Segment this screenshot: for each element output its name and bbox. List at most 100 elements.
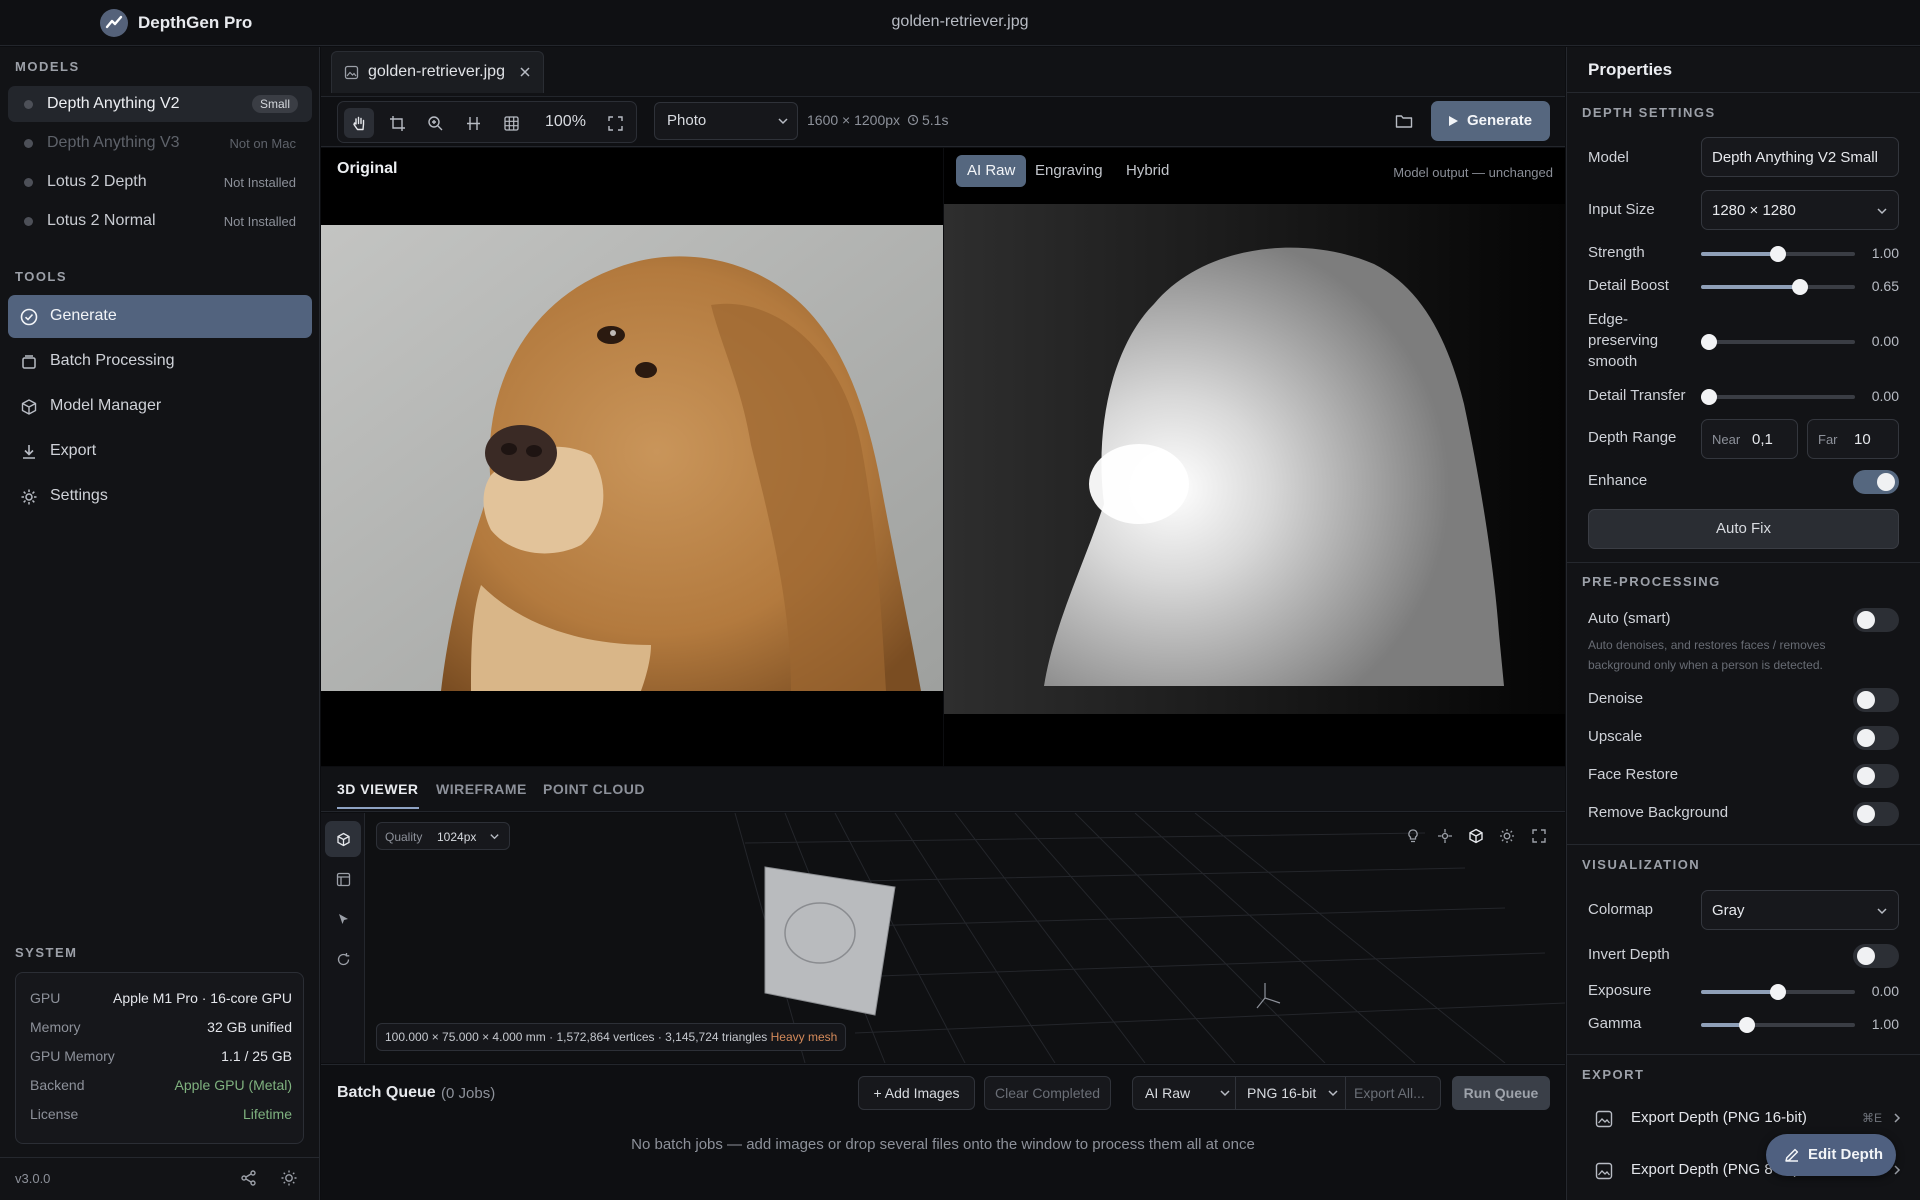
- sun-icon[interactable]: [1499, 828, 1515, 844]
- slider-knob[interactable]: [1700, 334, 1717, 350]
- tool-generate[interactable]: Generate: [8, 295, 312, 338]
- auto-fix-button[interactable]: Auto Fix: [1588, 509, 1899, 549]
- slider-knob[interactable]: [1791, 279, 1808, 295]
- viewer-tab-bar: 3D VIEWER WIREFRAME POINT CLOUD: [321, 767, 1565, 812]
- quality-select[interactable]: Quality 1024px: [376, 822, 510, 850]
- far-value: 10: [1854, 431, 1871, 448]
- slider-fill: [1701, 285, 1800, 289]
- mode-ai-raw[interactable]: AI Raw: [956, 155, 1027, 187]
- mode-hybrid[interactable]: Hybrid: [1115, 155, 1180, 187]
- fit-screen-button[interactable]: [600, 108, 630, 138]
- tab-point-cloud[interactable]: POINT CLOUD: [543, 781, 645, 797]
- auto-smart-toggle[interactable]: [1853, 608, 1899, 632]
- face-restore-toggle[interactable]: [1853, 764, 1899, 788]
- clear-completed-button[interactable]: Clear Completed: [984, 1076, 1111, 1110]
- file-tab[interactable]: golden-retriever.jpg: [331, 51, 544, 93]
- tool-model-manager[interactable]: Model Manager: [8, 385, 312, 428]
- 3d-viewer[interactable]: Quality 1024px 100.000 × 75.000 × 4.000 …: [321, 813, 1565, 1063]
- preset-select[interactable]: Photo: [654, 102, 798, 140]
- system-section-label: SYSTEM: [15, 945, 78, 960]
- layout-button[interactable]: [325, 861, 361, 897]
- detail-boost-slider[interactable]: [1701, 279, 1855, 295]
- depth-range-label: Depth Range: [1588, 429, 1677, 446]
- near-input[interactable]: Near 0,1: [1701, 419, 1798, 459]
- gamma-label: Gamma: [1588, 1015, 1642, 1032]
- generate-button[interactable]: Generate: [1431, 101, 1550, 141]
- strength-slider[interactable]: [1701, 246, 1855, 262]
- model-item-lotus-2-depth[interactable]: Lotus 2 Depth Not Installed: [8, 164, 312, 200]
- compare-tool-button[interactable]: [458, 108, 488, 138]
- upscale-toggle[interactable]: [1853, 726, 1899, 750]
- tool-batch-processing[interactable]: Batch Processing: [8, 340, 312, 383]
- batch-mode-select[interactable]: AI Raw: [1145, 1077, 1190, 1109]
- run-queue-button[interactable]: Run Queue: [1452, 1076, 1550, 1110]
- batch-icon: [20, 353, 38, 371]
- gear-icon: [20, 488, 38, 506]
- colormap-select[interactable]: Gray: [1701, 890, 1899, 930]
- remove-background-toggle[interactable]: [1853, 802, 1899, 826]
- lightbulb-icon[interactable]: [1405, 828, 1421, 844]
- crop-tool-button[interactable]: [382, 108, 412, 138]
- denoise-toggle[interactable]: [1853, 688, 1899, 712]
- divider: [1345, 1077, 1346, 1109]
- preprocessing-label: PRE-PROCESSING: [1582, 574, 1721, 589]
- mode-engraving[interactable]: Engraving: [1024, 155, 1114, 187]
- box-view-icon[interactable]: [1468, 828, 1484, 844]
- chevron-down-icon: [777, 115, 789, 127]
- detail-transfer-value: 0.00: [1871, 388, 1899, 404]
- slider-knob[interactable]: [1770, 246, 1786, 262]
- detail-transfer-slider[interactable]: [1700, 389, 1855, 405]
- grid-tool-button[interactable]: [496, 108, 526, 138]
- slider-knob[interactable]: [1700, 389, 1717, 405]
- original-photo: [321, 225, 943, 691]
- input-size-select[interactable]: 1280 × 1280: [1701, 190, 1899, 230]
- invert-depth-toggle[interactable]: [1853, 944, 1899, 968]
- batch-format-select[interactable]: PNG 16-bit: [1247, 1077, 1316, 1109]
- model-item-depth-anything-v2[interactable]: Depth Anything V2 Small: [8, 86, 312, 122]
- original-image-pane[interactable]: Original: [321, 148, 943, 766]
- edit-depth-button[interactable]: Edit Depth: [1766, 1134, 1896, 1176]
- fullscreen-icon[interactable]: [1531, 828, 1547, 844]
- folder-icon[interactable]: [1395, 113, 1413, 129]
- heavy-mesh-warning: Heavy mesh: [770, 1030, 838, 1044]
- model-select[interactable]: Depth Anything V2 Small: [1701, 137, 1899, 177]
- pan-tool-button[interactable]: [344, 108, 374, 138]
- edge-smooth-slider[interactable]: [1700, 334, 1855, 350]
- theme-icon[interactable]: [280, 1169, 298, 1187]
- reset-view-button[interactable]: [325, 941, 361, 977]
- model-label: Model: [1588, 149, 1629, 166]
- depth-settings-label: DEPTH SETTINGS: [1582, 105, 1716, 120]
- select-button[interactable]: [325, 901, 361, 937]
- tool-label: Generate: [50, 307, 117, 324]
- tool-export[interactable]: Export: [8, 430, 312, 473]
- enhance-toggle[interactable]: [1853, 470, 1899, 494]
- crosshair-icon[interactable]: [1437, 828, 1453, 844]
- tool-label: Export: [50, 442, 97, 459]
- viewer-side-tools: [321, 813, 365, 1063]
- toggle-knob: [1857, 611, 1875, 629]
- share-icon[interactable]: [240, 1169, 258, 1187]
- exposure-slider[interactable]: [1701, 984, 1855, 1000]
- close-icon[interactable]: [518, 65, 532, 79]
- depth-output-pane[interactable]: AI Raw Engraving Hybrid Model output — u…: [944, 148, 1565, 766]
- tool-settings[interactable]: Settings: [8, 475, 312, 518]
- tab-wireframe[interactable]: WIREFRAME: [436, 781, 527, 797]
- edge-smooth-label: Edge-preserving smooth: [1588, 311, 1659, 370]
- model-item-depth-anything-v3[interactable]: Depth Anything V3 Not on Mac: [8, 125, 312, 161]
- export-all-button[interactable]: Export All...: [1354, 1077, 1425, 1109]
- far-input[interactable]: Far 10: [1807, 419, 1899, 459]
- add-images-button[interactable]: + Add Images: [858, 1076, 975, 1110]
- divider: [1567, 844, 1920, 845]
- view-3d-button[interactable]: [325, 821, 361, 857]
- layout-icon: [336, 872, 350, 886]
- slider-knob[interactable]: [1770, 984, 1786, 1000]
- zoom-level[interactable]: 100%: [545, 113, 586, 131]
- model-item-lotus-2-normal[interactable]: Lotus 2 Normal Not Installed: [8, 203, 312, 239]
- visualization-label: VISUALIZATION: [1582, 857, 1701, 872]
- timer-icon: [907, 114, 919, 126]
- slider-knob[interactable]: [1739, 1017, 1756, 1033]
- check-circle-icon: [20, 308, 38, 326]
- tab-3d-viewer[interactable]: 3D VIEWER: [337, 781, 419, 809]
- gamma-slider[interactable]: [1701, 1017, 1855, 1033]
- zoom-tool-button[interactable]: [420, 108, 450, 138]
